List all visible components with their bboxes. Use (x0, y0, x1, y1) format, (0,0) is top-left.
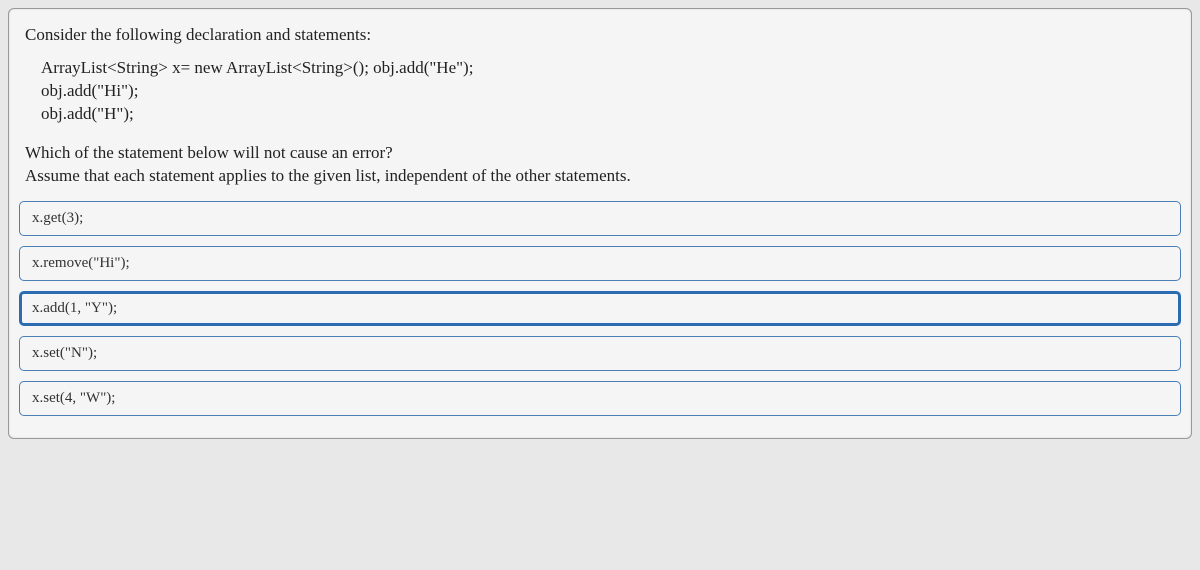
option-1[interactable]: x.get(3); (19, 201, 1181, 236)
option-5[interactable]: x.set(4, "W"); (19, 381, 1181, 416)
option-3[interactable]: x.add(1, "Y"); (19, 291, 1181, 326)
question-card: Consider the following declaration and s… (8, 8, 1192, 439)
followup-line-1: Which of the statement below will not ca… (25, 142, 1175, 165)
option-2[interactable]: x.remove("Hi"); (19, 246, 1181, 281)
question-intro: Consider the following declaration and s… (9, 9, 1191, 51)
followup-line-2: Assume that each statement applies to th… (25, 165, 1175, 188)
option-4[interactable]: x.set("N"); (19, 336, 1181, 371)
code-line-1: ArrayList<String> x= new ArrayList<Strin… (41, 57, 1175, 80)
code-line-3: obj.add("H"); (41, 103, 1175, 126)
question-followup: Which of the statement below will not ca… (9, 132, 1191, 202)
code-line-2: obj.add("Hi"); (41, 80, 1175, 103)
code-block: ArrayList<String> x= new ArrayList<Strin… (9, 51, 1191, 132)
options-list: x.get(3); x.remove("Hi"); x.add(1, "Y");… (9, 201, 1191, 438)
